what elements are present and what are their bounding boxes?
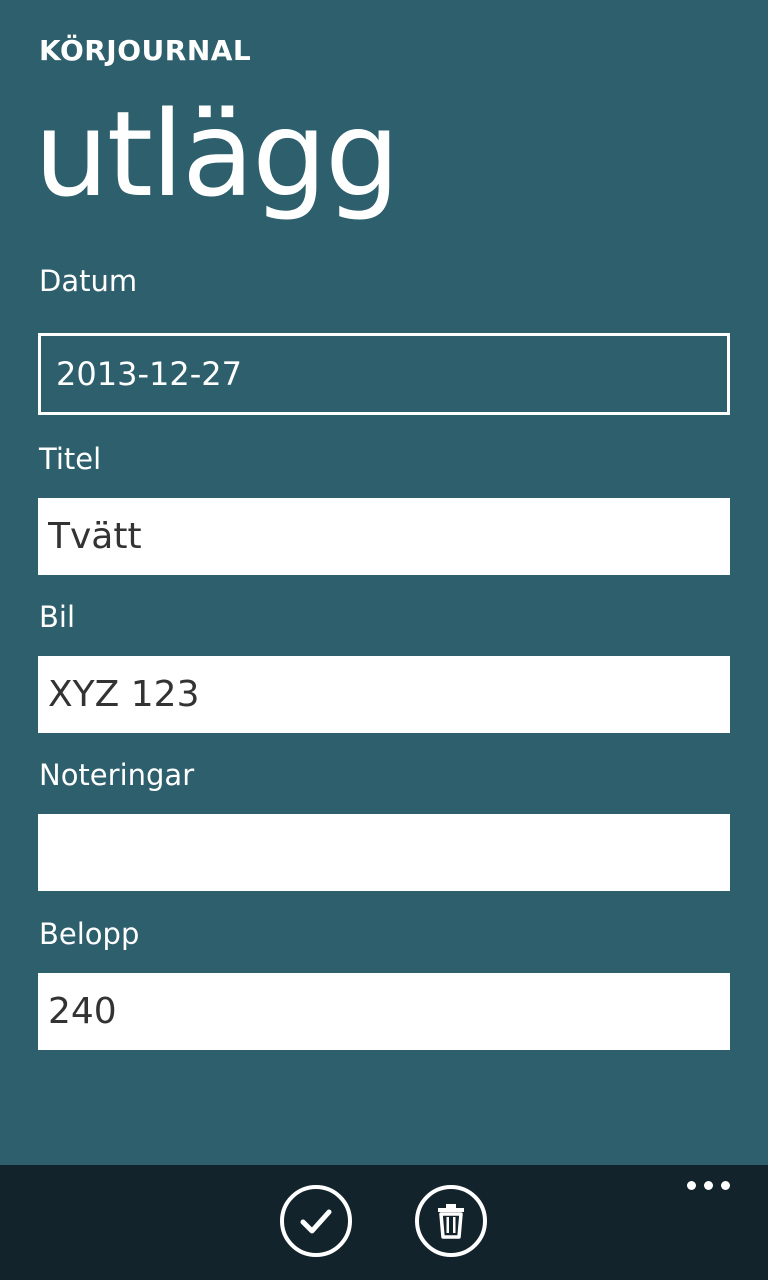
car-input[interactable] bbox=[38, 656, 730, 733]
ellipsis-icon[interactable] bbox=[687, 1181, 730, 1190]
date-picker[interactable] bbox=[38, 333, 730, 415]
trash-icon bbox=[438, 1204, 464, 1239]
notes-label: Noteringar bbox=[39, 758, 195, 792]
title-input[interactable] bbox=[38, 498, 730, 575]
title-label: Titel bbox=[39, 442, 102, 476]
app-bar bbox=[0, 1165, 768, 1280]
dot bbox=[721, 1181, 730, 1190]
check-icon bbox=[300, 1209, 332, 1234]
car-label: Bil bbox=[39, 600, 76, 634]
dot bbox=[687, 1181, 696, 1190]
date-label: Datum bbox=[39, 264, 138, 298]
delete-button[interactable] bbox=[415, 1185, 487, 1257]
save-button[interactable] bbox=[280, 1185, 352, 1257]
notes-input[interactable] bbox=[38, 814, 730, 891]
amount-input[interactable] bbox=[38, 973, 730, 1050]
amount-label: Belopp bbox=[39, 917, 140, 951]
page-title: utlägg bbox=[34, 85, 400, 223]
dot bbox=[704, 1181, 713, 1190]
app-title: KÖRJOURNAL bbox=[39, 34, 252, 67]
